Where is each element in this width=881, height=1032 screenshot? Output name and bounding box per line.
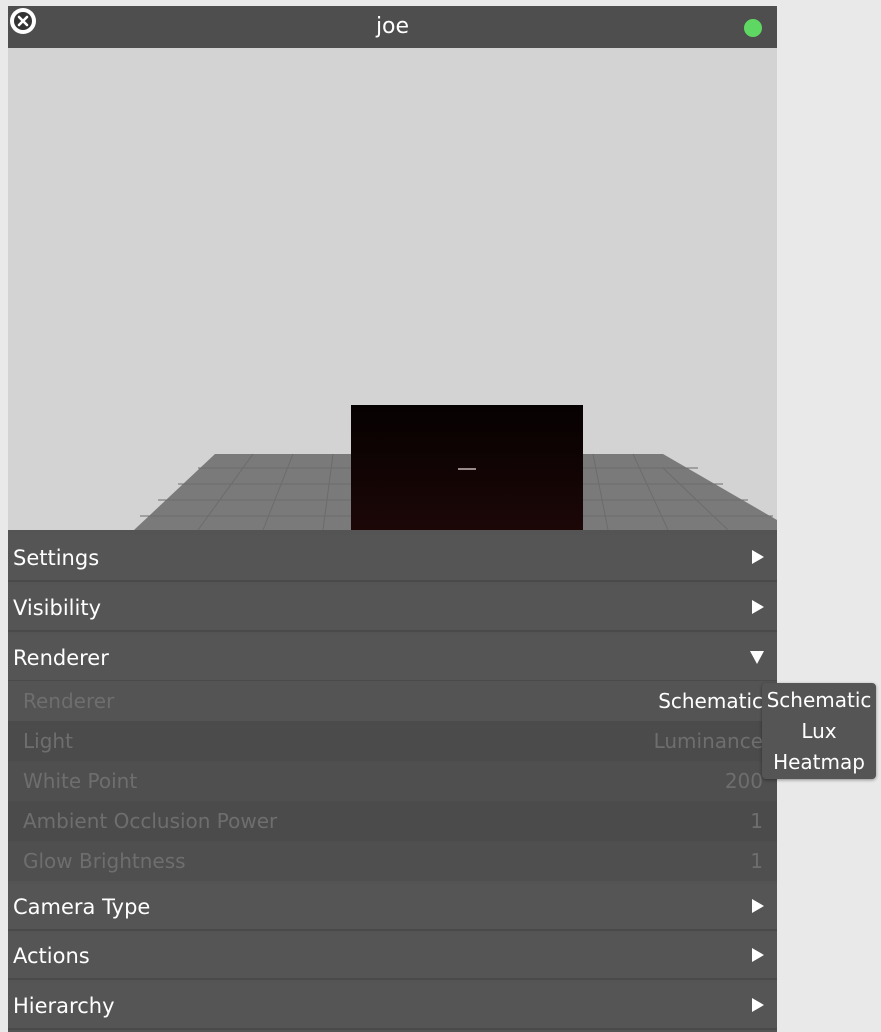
renderer-select[interactable]: Schematic	[658, 681, 763, 721]
triangle-right-icon	[752, 550, 764, 564]
light-row[interactable]: Light Luminance	[8, 721, 777, 761]
section-visibility-label: Visibility	[13, 596, 102, 620]
glow-brightness-label: Glow Brightness	[23, 849, 186, 873]
section-renderer[interactable]: Renderer	[8, 635, 777, 682]
glow-brightness-value[interactable]: 1	[750, 841, 763, 881]
section-settings-label: Settings	[13, 546, 100, 570]
ambient-occlusion-row[interactable]: Ambient Occlusion Power 1	[8, 801, 777, 841]
dropdown-option-heatmap[interactable]: Heatmap	[762, 747, 876, 777]
title-bar[interactable]: joe	[8, 6, 777, 48]
scene-render	[134, 405, 777, 530]
light-row-label: Light	[23, 729, 73, 753]
dropdown-option-lux[interactable]: Lux	[762, 716, 876, 746]
section-hierarchy[interactable]: Hierarchy	[8, 983, 777, 1030]
section-camera-type-label: Camera Type	[13, 895, 151, 919]
section-settings[interactable]: Settings	[8, 535, 777, 582]
status-dot-icon	[744, 19, 762, 37]
section-camera-type[interactable]: Camera Type	[8, 884, 777, 931]
triangle-right-icon	[752, 948, 764, 962]
section-actions[interactable]: Actions	[8, 933, 777, 980]
section-visibility[interactable]: Visibility	[8, 585, 777, 632]
ambient-occlusion-label: Ambient Occlusion Power	[23, 809, 278, 833]
triangle-right-icon	[752, 998, 764, 1012]
light-select[interactable]: Luminance	[654, 721, 763, 761]
glow-brightness-row[interactable]: Glow Brightness 1	[8, 841, 777, 881]
3d-viewport[interactable]	[8, 48, 777, 530]
section-actions-label: Actions	[13, 944, 90, 968]
dropdown-option-schematic[interactable]: Schematic	[762, 685, 876, 715]
rendered-box	[351, 405, 583, 530]
triangle-down-icon	[750, 651, 764, 664]
white-point-value[interactable]: 200	[725, 761, 763, 801]
renderer-dropdown: Schematic Lux Heatmap	[762, 683, 876, 779]
section-hierarchy-label: Hierarchy	[13, 994, 115, 1018]
section-renderer-label: Renderer	[13, 646, 109, 670]
triangle-right-icon	[752, 600, 764, 614]
renderer-row-label: Renderer	[23, 689, 115, 713]
ambient-occlusion-value[interactable]: 1	[750, 801, 763, 841]
renderer-row[interactable]: Renderer Schematic	[8, 681, 777, 721]
viewer-window: joe Settings Visibility Renderer Rendere…	[8, 6, 777, 1032]
white-point-label: White Point	[23, 769, 138, 793]
window-title: joe	[375, 14, 410, 39]
render-marker	[458, 468, 476, 470]
triangle-right-icon	[752, 899, 764, 913]
white-point-row[interactable]: White Point 200	[8, 761, 777, 801]
